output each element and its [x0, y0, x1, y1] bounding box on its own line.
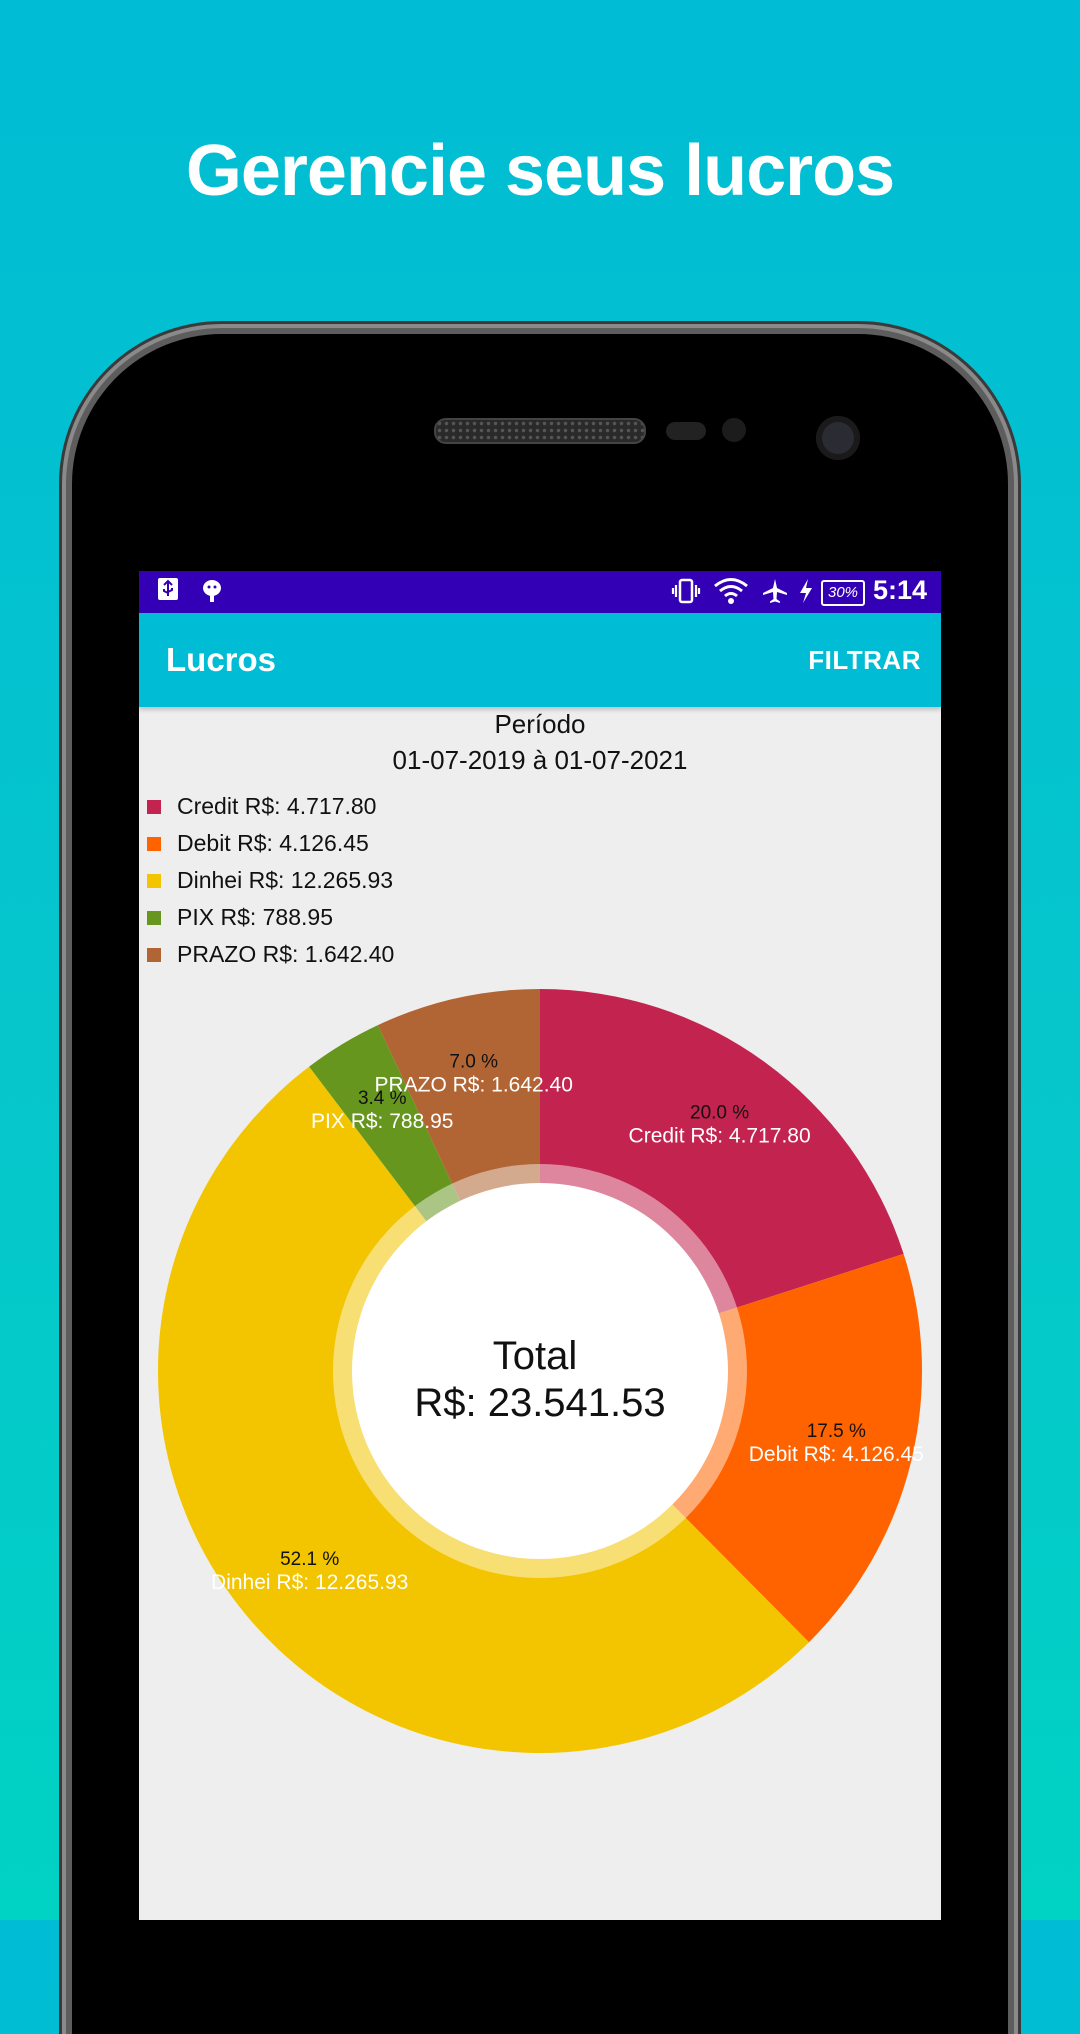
status-bar: 30% 5:14: [139, 571, 941, 613]
legend-label: Dinhei R$: 12.265.93: [177, 867, 394, 893]
legend-swatch: [147, 837, 161, 851]
phone-speaker: [434, 418, 646, 444]
legend-label: Debit R$: 4.126.45: [177, 830, 369, 856]
legend-item: Credit R$: 4.717.80: [147, 788, 394, 825]
android-debug-icon: [201, 577, 223, 610]
slice-percent-label: 7.0 %: [449, 1051, 498, 1072]
charging-icon: [797, 577, 815, 612]
donut-center-value: R$: 23.541.53: [414, 1381, 665, 1425]
slice-value-label: Debit R$: 4.126.45: [749, 1443, 924, 1466]
legend-item: Dinhei R$: 12.265.93: [147, 862, 394, 899]
legend-swatch: [147, 874, 161, 888]
airplane-icon: [761, 577, 789, 612]
period-label: Período: [494, 709, 586, 739]
battery-icon: 30%: [821, 580, 865, 606]
legend-label: Credit R$: 4.717.80: [177, 793, 377, 819]
phone-sensor: [666, 422, 706, 440]
vibrate-icon: [671, 577, 701, 612]
app-screen: 30% 5:14 Lucros FILTRAR Período 01-07-20…: [139, 571, 941, 1920]
app-bar: Lucros FILTRAR: [139, 613, 941, 707]
status-time: 5:14: [872, 575, 927, 605]
front-camera: [816, 416, 860, 460]
slice-percent-label: 20.0 %: [690, 1102, 749, 1123]
wifi-icon: [713, 577, 749, 612]
promo-headline: Gerencie seus lucros: [185, 131, 895, 211]
period-range: 01-07-2019 à 01-07-2021: [392, 745, 688, 775]
usb-icon: [157, 577, 179, 608]
legend-item: Debit R$: 4.126.45: [147, 825, 394, 862]
slice-value-label: PRAZO R$: 1.642.40: [374, 1073, 572, 1096]
page-title: Lucros: [166, 641, 277, 678]
phone-sensor-dot: [722, 418, 746, 442]
slice-value-label: Credit R$: 4.717.80: [629, 1124, 811, 1147]
legend-swatch: [147, 800, 161, 814]
slice-percent-label: 17.5 %: [807, 1421, 866, 1442]
legend-swatch: [147, 948, 161, 962]
slice-value-label: Dinhei R$: 12.265.93: [211, 1571, 408, 1594]
donut-chart: 20.0 %Credit R$: 4.717.80 17.5 %Debit R$:…: [158, 989, 924, 1753]
donut-center-title: Total: [493, 1334, 578, 1378]
chart-legend: Credit R$: 4.717.80 Debit R$: 4.126.45 D…: [147, 788, 394, 973]
filter-button[interactable]: FILTRAR: [808, 645, 921, 676]
legend-label: PIX R$: 788.95: [177, 904, 333, 930]
legend-swatch: [147, 911, 161, 925]
legend-item: PIX R$: 788.95: [147, 899, 394, 936]
slice-percent-label: 52.1 %: [280, 1549, 339, 1570]
slice-value-label: PIX R$: 788.95: [311, 1110, 453, 1133]
